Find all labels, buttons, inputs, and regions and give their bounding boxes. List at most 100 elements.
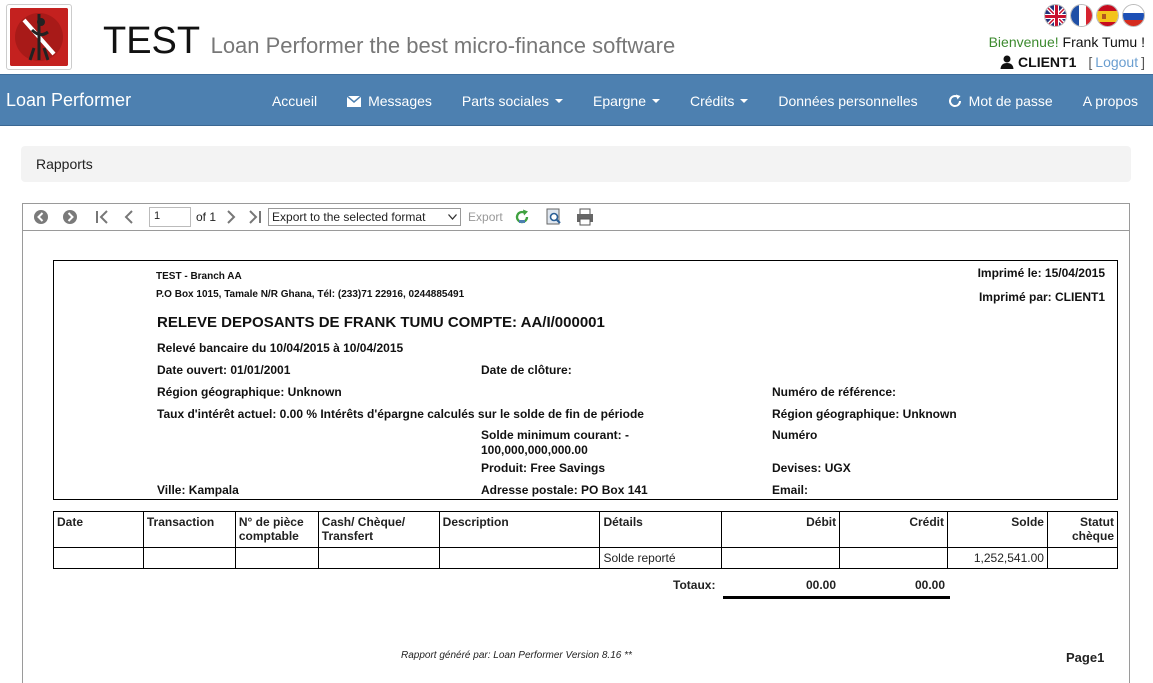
table-cell [1046, 547, 1119, 569]
nav-item-parts-sociales[interactable]: Parts sociales [447, 75, 578, 127]
account-number: Numéro [772, 428, 818, 442]
print-icon[interactable] [576, 208, 594, 226]
bracket-close: ] [1141, 54, 1145, 70]
table-cell [839, 547, 948, 569]
nav-item-credits[interactable]: Crédits [675, 75, 763, 127]
column-header: Détails [599, 511, 723, 548]
caret-down-icon [740, 99, 749, 103]
user-icon [1000, 55, 1014, 69]
nav-brand[interactable]: Loan Performer [6, 90, 131, 111]
region-right: Région géographique: Unknown [772, 407, 957, 421]
min-balance-label: Solde minimum courant: - [481, 428, 630, 442]
export-link[interactable]: Export [468, 210, 503, 224]
user-line: CLIENT1 [ Logout ] [1000, 54, 1145, 70]
report-viewer: 1 of 1 Export to the selected format Exp… [22, 203, 1130, 683]
previous-page-icon[interactable] [123, 209, 135, 225]
nav-item-label: A propos [1082, 93, 1138, 109]
transactions-table: Date Transaction N° de pièce comptable C… [53, 511, 1119, 569]
table-cell [234, 547, 319, 569]
table-row: Solde reporté 1,252,541.00 [53, 547, 1119, 569]
totals-label: Totaux: [673, 578, 716, 592]
page-number-label: Page1 [1066, 650, 1105, 665]
report-toolbar: 1 of 1 Export to the selected format Exp… [23, 204, 1129, 231]
app-brand: TEST [103, 20, 201, 62]
column-header: Cash/ Chèque/ Transfert [317, 511, 440, 548]
language-switcher [1044, 4, 1145, 27]
app-tagline: Loan Performer the best micro-finance so… [210, 33, 676, 58]
caret-down-icon [555, 99, 564, 103]
column-header: Solde [947, 511, 1048, 548]
date-closed: Date de clôture: [481, 363, 572, 377]
username: CLIENT1 [1018, 54, 1077, 70]
page-count-label: of 1 [196, 210, 217, 224]
table-cell: 1,252,541.00 [947, 547, 1048, 569]
table-header-row: Date Transaction N° de pièce comptable C… [53, 511, 1119, 548]
column-header: Crédit [839, 511, 948, 548]
nav-item-mot-de-passe[interactable]: Mot de passe [933, 75, 1068, 127]
interest-rate: Taux d'intérêt actuel: 0.00 % Intérêts d… [157, 407, 644, 421]
product: Produit: Free Savings [481, 461, 606, 475]
logout-link[interactable]: Logout [1095, 54, 1138, 70]
page-number-input[interactable]: 1 [149, 207, 191, 227]
currency: Devises: UGX [772, 461, 851, 475]
chevron-down-icon [448, 214, 458, 220]
branch-name: TEST - Branch AA [156, 271, 242, 282]
nav-item-accueil[interactable]: Accueil [257, 75, 332, 127]
nav-item-label: Accueil [271, 93, 318, 109]
nav-item-donnees-personnelles[interactable]: Données personnelles [763, 75, 932, 127]
column-header: Transaction [142, 511, 236, 548]
first-page-icon[interactable] [94, 209, 110, 225]
nav-item-a-propos[interactable]: A propos [1068, 75, 1153, 127]
column-header: N° de pièce comptable [234, 511, 319, 548]
table-cell [721, 547, 841, 569]
column-header: Débit [721, 511, 841, 548]
spanish-flag-icon[interactable] [1096, 4, 1119, 27]
statement-header: TEST - Branch AA P.O Box 1015, Tamale N/… [53, 260, 1118, 500]
french-flag-icon[interactable] [1070, 4, 1093, 27]
app-title: TEST Loan Performer the best micro-finan… [103, 20, 675, 63]
total-credit: 00.00 [915, 578, 946, 592]
find-icon[interactable] [545, 208, 563, 226]
nav-item-label: Parts sociales [461, 93, 550, 109]
welcome-message: Bienvenue! Frank Tumu ! [989, 34, 1145, 50]
table-cell [317, 547, 440, 569]
total-debit: 00.00 [806, 578, 837, 592]
date-opened: Date ouvert: 01/01/2001 [157, 363, 291, 377]
welcome-name: Frank Tumu ! [1062, 34, 1145, 50]
nav-item-epargne[interactable]: Epargne [578, 75, 675, 127]
app-logo[interactable] [6, 4, 72, 70]
min-balance-value: 100,000,000,000.00 [481, 443, 588, 457]
welcome-label: Bienvenue! [988, 34, 1059, 50]
printed-on: Imprimé le: 15/04/2015 [977, 266, 1105, 280]
nav-menu: Accueil Messages Parts sociales Epargne … [257, 75, 1153, 127]
column-header: Statut chèque [1046, 511, 1119, 548]
column-header: Date [53, 511, 144, 548]
bracket-open: [ [1088, 54, 1093, 70]
generated-by: Rapport généré par: Loan Performer Versi… [401, 650, 632, 661]
statement-period: Relevé bancaire du 10/04/2015 à 10/04/20… [157, 341, 404, 355]
nav-item-label: Crédits [689, 93, 735, 109]
english-flag-icon[interactable] [1044, 4, 1067, 27]
region-left: Région géographique: Unknown [157, 385, 342, 399]
table-cell [438, 547, 601, 569]
next-page-icon[interactable] [225, 209, 237, 225]
russian-flag-icon[interactable] [1122, 4, 1145, 27]
caret-down-icon [651, 99, 660, 103]
last-page-icon[interactable] [247, 209, 263, 225]
breadcrumb: Rapports [21, 146, 1131, 182]
forward-icon[interactable] [62, 209, 78, 225]
table-cell [53, 547, 144, 569]
export-format-select[interactable]: Export to the selected format [268, 208, 462, 226]
back-icon[interactable] [33, 209, 49, 225]
branch-address: P.O Box 1015, Tamale N/R Ghana, Tél: (23… [156, 289, 465, 300]
refresh-report-icon[interactable] [513, 208, 531, 226]
column-header: Description [438, 511, 601, 548]
postal-address: Adresse postale: PO Box 141 [481, 483, 648, 497]
app-header: TEST Loan Performer the best micro-finan… [0, 0, 1153, 74]
table-cell [142, 547, 236, 569]
nav-item-label: Messages [368, 93, 432, 109]
nav-item-messages[interactable]: Messages [332, 75, 447, 127]
reference-number: Numéro de référence: [772, 385, 897, 399]
printed-by: Imprimé par: CLIENT1 [978, 290, 1105, 304]
email: Email: [772, 483, 809, 497]
